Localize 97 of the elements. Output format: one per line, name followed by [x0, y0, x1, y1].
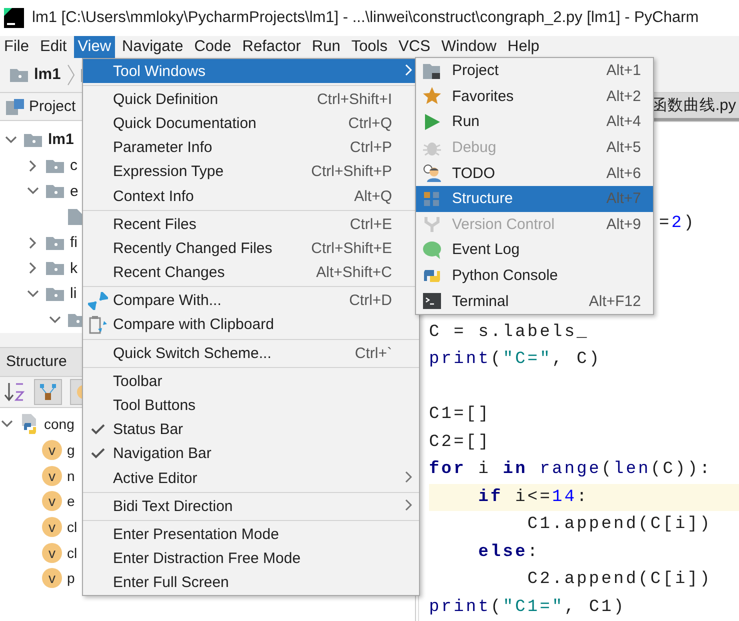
code-line: print("C1=", C1)	[429, 598, 626, 616]
star-icon	[422, 87, 442, 106]
tree-item-label[interactable]: g	[67, 442, 75, 458]
tree-item-label[interactable]: e	[70, 182, 78, 200]
menu-item[interactable]: Recently Changed Files Ctrl+Shift+E	[83, 236, 419, 260]
menu-item[interactable]: Enter Presentation Mode	[83, 522, 419, 547]
folder-icon	[422, 62, 442, 80]
folder-icon	[46, 286, 64, 301]
menu-item[interactable]: Recent Changes Alt+Shift+C	[83, 260, 419, 285]
menu-item[interactable]: Terminal Alt+F12	[416, 288, 653, 314]
branch-icon	[422, 215, 442, 234]
menu-item[interactable]: Compare With... Ctrl+D	[83, 288, 419, 313]
code-line: C = s.labels_	[429, 322, 589, 342]
menu-bar-item[interactable]: Code	[190, 36, 236, 58]
code-line: C1.append(C[i])	[526, 515, 712, 534]
tree-item-label[interactable]: cl	[67, 544, 78, 561]
tree-item-label[interactable]: c	[70, 157, 78, 174]
folder-icon	[46, 261, 64, 276]
tree-item-label[interactable]: li	[70, 285, 77, 302]
menu-item[interactable]: Event Log	[416, 237, 653, 263]
menu-bar-item[interactable]: VCS	[394, 36, 434, 58]
panel-title[interactable]: Structure	[6, 353, 67, 370]
menu-item[interactable]: Bidi Text Direction	[83, 494, 419, 518]
app-logo-icon	[4, 8, 24, 28]
variable-badge: v	[42, 466, 62, 486]
folder-icon	[10, 68, 28, 82]
code-line: for i in range(len(C)):	[429, 460, 712, 479]
code-line: else:	[477, 542, 540, 562]
terminal-icon	[422, 292, 442, 310]
tree-item-label[interactable]: cong	[44, 416, 74, 432]
window-title: lm1 [C:\Users\mmloky\PycharmProjects\lm1] - ...\linwei\construct\congraph_2.py [lm1] - PyCharm	[32, 9, 699, 27]
menu-item[interactable]: Recent Files Ctrl+E	[83, 212, 419, 236]
tree-item-label[interactable]: cl	[67, 519, 78, 536]
sort-alphabetically-icon[interactable]	[4, 380, 26, 402]
menu-item[interactable]: Python Console	[416, 262, 653, 288]
code-line: print("C=", C)	[429, 350, 602, 369]
breadcrumb[interactable]: lm1	[34, 66, 61, 84]
menu-bar-item[interactable]: Edit	[36, 36, 71, 58]
menu-item[interactable]: Structure Alt+7	[416, 186, 653, 212]
project-icon	[6, 98, 24, 114]
variable-badge: v	[42, 568, 62, 588]
menu-item[interactable]: TODO Alt+6	[416, 160, 653, 186]
menu-item[interactable]: Project Alt+1	[416, 58, 653, 84]
menu-item[interactable]: Context Info Alt+Q	[83, 184, 419, 208]
panel-title[interactable]: Project	[29, 98, 76, 115]
menu-bar-item[interactable]: Navigate	[118, 36, 188, 58]
code-line: =2)	[659, 214, 696, 233]
tree-item-label[interactable]: fi	[70, 234, 78, 252]
variable-badge: v	[42, 542, 62, 563]
menu-item[interactable]: Status Bar	[83, 418, 419, 442]
toolbar-button[interactable]	[34, 378, 62, 404]
checkmark-icon	[91, 448, 105, 460]
menu-item[interactable]: Enter Distraction Free Mode	[83, 546, 419, 571]
menu-item[interactable]: Parameter Info Ctrl+P	[83, 136, 419, 160]
code-line: C2.append(C[i])	[526, 570, 712, 589]
menu-bar-item[interactable]: File	[0, 36, 33, 58]
menu-item[interactable]: Expression Type Ctrl+Shift+P	[83, 160, 419, 184]
menu-item[interactable]: Quick Documentation Ctrl+Q	[83, 111, 419, 136]
folder-icon	[46, 236, 64, 250]
python-file-icon	[19, 414, 39, 434]
folder-icon	[46, 184, 64, 198]
tree-item-label[interactable]: p	[67, 570, 75, 586]
checkmark-icon	[91, 424, 105, 436]
menu-item[interactable]: Active Editor	[83, 466, 419, 490]
tree-item-label[interactable]: e	[67, 493, 75, 510]
menu-bar-item[interactable]: Tools	[347, 36, 392, 58]
menu-bar-item[interactable]: Run	[308, 36, 344, 58]
menu-bar-item[interactable]: Refactor	[238, 36, 305, 58]
folder-icon	[46, 158, 64, 173]
person-icon	[422, 164, 442, 182]
menu-item[interactable]: Toolbar	[83, 369, 419, 394]
code-line: if i<=14:	[477, 488, 589, 506]
menu-item[interactable]: Quick Switch Scheme... Ctrl+`	[83, 341, 419, 366]
clipboard-compare-icon	[88, 314, 108, 335]
tree-item-label[interactable]: lm1	[48, 131, 74, 148]
menu-bar-item[interactable]: Window	[437, 36, 501, 58]
menu-item[interactable]: Quick Definition Ctrl+Shift+I	[83, 87, 419, 112]
menu-item[interactable]: Navigation Bar	[83, 442, 419, 466]
menu-bar-item[interactable]: View	[74, 36, 116, 58]
code-line: C2=[]	[429, 432, 491, 452]
menu-item[interactable]: Compare with Clipboard	[83, 312, 419, 338]
breadcrumb-separator-icon	[66, 64, 75, 86]
variable-badge: v	[42, 517, 62, 538]
run-icon	[422, 112, 442, 131]
variable-badge: v	[42, 491, 62, 512]
structure-icon	[422, 190, 442, 208]
folder-icon	[24, 132, 42, 147]
menu-bar-item[interactable]: Help	[504, 36, 544, 58]
compare-icon	[88, 292, 108, 310]
tree-item-label[interactable]: n	[67, 468, 75, 484]
hierarchy-icon	[40, 384, 56, 400]
speech-bubble-icon	[422, 240, 442, 259]
variable-badge: v	[42, 440, 62, 460]
code-line: C1=[]	[429, 405, 491, 424]
tree-item-label[interactable]: k	[70, 260, 78, 277]
menu-item[interactable]: Tool Buttons	[83, 393, 419, 418]
menu-item[interactable]: Enter Full Screen	[83, 570, 419, 595]
